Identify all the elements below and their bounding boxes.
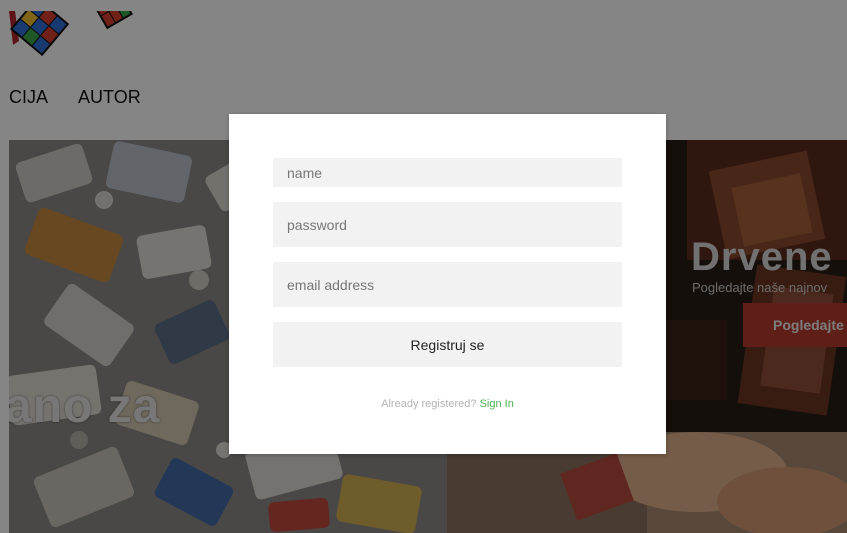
sign-in-link[interactable]: Sign In xyxy=(480,398,514,410)
registration-modal: Registruj se Already registered? Sign In xyxy=(229,114,666,454)
password-input[interactable] xyxy=(273,202,622,247)
already-registered-text: Already registered? xyxy=(381,398,477,410)
email-input[interactable] xyxy=(273,262,622,307)
name-input[interactable] xyxy=(273,158,622,187)
register-button[interactable]: Registruj se xyxy=(273,322,622,367)
already-registered-note: Already registered? Sign In xyxy=(229,398,666,410)
screen: CIJA AUTOR ano za Drvene Pogledajte naše… xyxy=(0,0,847,533)
